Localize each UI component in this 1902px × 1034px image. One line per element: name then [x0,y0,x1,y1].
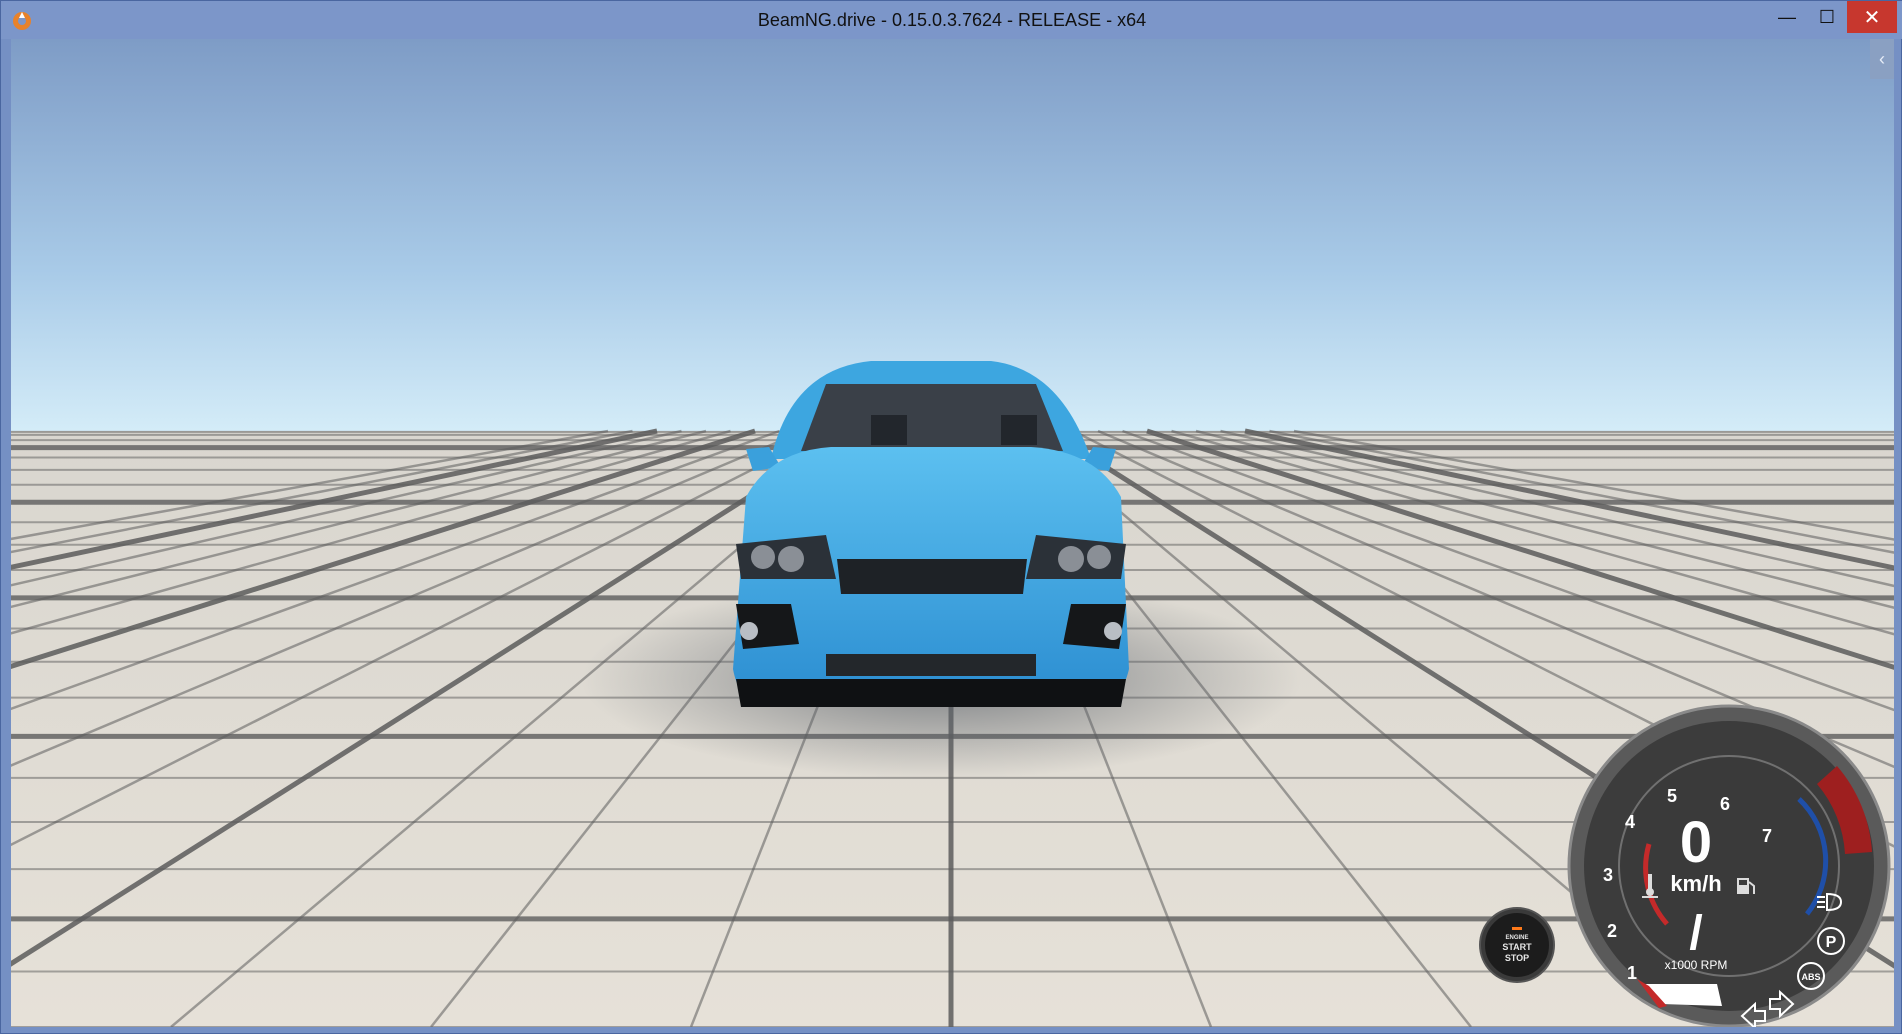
stop-label: STOP [1504,952,1530,963]
rpm-tick-7: 7 [1762,826,1772,846]
rpm-tick-4: 4 [1625,812,1635,832]
close-button[interactable]: ✕ [1847,1,1897,33]
maximize-button[interactable]: ☐ [1807,1,1847,33]
start-label: START [1502,941,1532,952]
rpm-unit-label: x1000 RPM [1665,958,1728,972]
engine-label: ENGINE [1505,934,1529,941]
gear-indicator: / [1689,907,1702,960]
minimize-button[interactable]: — [1767,1,1807,33]
engine-start-stop-button[interactable]: ENGINE START STOP [1481,909,1553,981]
speed-unit: km/h [1670,871,1721,896]
game-viewport[interactable]: ‹ ENGINE START STOP 1 2 3 4 5 6 7 0 km/h [11,39,1894,1027]
car [733,361,1129,707]
abs-label: ABS [1801,972,1820,982]
window-title: BeamNG.drive - 0.15.0.3.7624 - RELEASE -… [757,10,1147,30]
title-bar[interactable]: BeamNG.drive - 0.15.0.3.7624 - RELEASE -… [1,1,1902,39]
chevron-left-icon: ‹ [1879,48,1885,69]
dashboard-gauge: 1 2 3 4 5 6 7 0 km/h / x1000 RPM P ABS [1567,704,1891,1027]
gauge-inner-dial [1618,755,1840,977]
rpm-tick-3: 3 [1603,865,1613,885]
rpm-tick-6: 6 [1720,794,1730,814]
rpm-tick-2: 2 [1607,921,1617,941]
parking-label: P [1826,934,1837,951]
rpm-tick-5: 5 [1667,786,1677,806]
rpm-tick-1: 1 [1627,963,1637,983]
app-window: BeamNG.drive - 0.15.0.3.7624 - RELEASE -… [0,0,1902,1034]
speed-value: 0 [1680,810,1712,875]
engine-indicator-light [1512,926,1522,930]
sidebar-toggle[interactable]: ‹ [1870,39,1894,79]
